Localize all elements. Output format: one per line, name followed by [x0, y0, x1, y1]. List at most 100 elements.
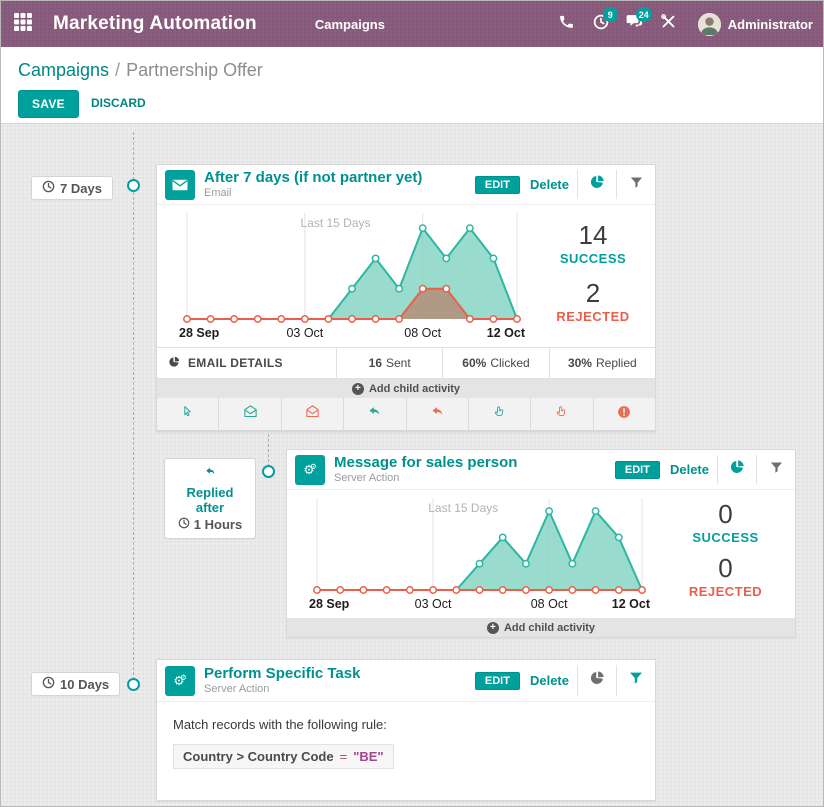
sent-stat[interactable]: 16Sent — [337, 348, 443, 378]
trigger-clicked[interactable] — [469, 398, 531, 430]
activity-node-2[interactable] — [262, 465, 275, 478]
activity-stats: 14 SUCCESS 2 REJECTED — [531, 205, 655, 347]
server-action-type-icon: ⚙⚙ — [295, 455, 325, 485]
add-child-activity-button[interactable]: + Add child activity — [157, 379, 655, 398]
messages-badge: 24 — [636, 7, 652, 22]
add-child-activity-button[interactable]: + Add child activity — [287, 618, 795, 637]
plus-icon: + — [352, 383, 364, 395]
rejected-count[interactable]: 0 — [656, 554, 795, 584]
app-title: Marketing Automation — [53, 13, 257, 35]
app-window: Marketing Automation Campaigns 9 — [0, 0, 824, 807]
trigger-pill-replied-after[interactable]: Replied after 1 Hours — [164, 458, 256, 539]
breadcrumb-campaigns-link[interactable]: Campaigns — [18, 60, 109, 80]
debug-tools-button[interactable] — [654, 1, 684, 47]
activity-title[interactable]: Perform Specific Task — [204, 666, 360, 683]
child-trigger-row — [157, 398, 655, 431]
activity-filter-section: Match records with the following rule: C… — [157, 702, 655, 784]
apps-menu-button[interactable] — [1, 1, 45, 47]
breadcrumb: Campaigns/Partnership Offer — [18, 60, 263, 81]
svg-text:28 Sep: 28 Sep — [179, 326, 220, 340]
activity-card-server-action-1: ⚙⚙ Message for sales person Server Actio… — [286, 449, 796, 638]
filter-tab[interactable] — [616, 665, 655, 696]
user-avatar — [698, 13, 721, 36]
graph-tab[interactable] — [577, 665, 616, 696]
activity-actions: EDIT Delete — [475, 176, 577, 194]
clicked-stat[interactable]: 60%Clicked — [443, 348, 549, 378]
delete-button[interactable]: Delete — [670, 462, 709, 477]
filter-tab[interactable] — [756, 455, 795, 484]
reply-arrow-icon — [204, 465, 217, 482]
activity-type-label: Email — [204, 187, 422, 199]
activity-graph-section: Last 15 Days28 Sep03 Oct08 Oct12 Oct 0 S… — [287, 490, 795, 618]
activity-actions: EDIT Delete — [475, 672, 577, 690]
delete-button[interactable]: Delete — [530, 177, 569, 192]
graph-tab[interactable] — [717, 455, 756, 484]
trigger-pill-label: 7 Days — [60, 181, 102, 196]
messages-button[interactable]: 24 — [620, 1, 650, 47]
plus-icon: + — [487, 622, 499, 634]
timeline-connector-line — [133, 132, 134, 685]
activity-card-header: ⚙⚙ Perform Specific Task Server Action E… — [157, 660, 655, 702]
svg-text:12 Oct: 12 Oct — [487, 326, 526, 340]
mouse-cursor-icon — [181, 405, 194, 423]
pie-chart-icon — [167, 355, 181, 372]
svg-text:03 Oct: 03 Oct — [286, 326, 323, 340]
svg-text:Last 15 Days: Last 15 Days — [428, 501, 498, 515]
trigger-pill-7-days[interactable]: 7 Days — [31, 176, 113, 200]
trigger-not-clicked[interactable] — [531, 398, 593, 430]
breadcrumb-current: Partnership Offer — [126, 60, 263, 80]
activities-badge: 9 — [603, 7, 618, 22]
trigger-bounced[interactable] — [594, 398, 655, 430]
trigger-pill-10-days[interactable]: 10 Days — [31, 672, 120, 696]
delete-button[interactable]: Delete — [530, 673, 569, 688]
activity-titles: After 7 days (if not partner yet) Email — [204, 170, 422, 199]
activity-area-chart: Last 15 Days 28 Sep 03 Oct 08 Oct 12 Oct — [161, 205, 531, 347]
activity-node-1[interactable] — [127, 179, 140, 192]
activity-type-label: Server Action — [334, 472, 517, 484]
domain-rule-chip[interactable]: Country > Country Code = "BE" — [173, 744, 394, 769]
activity-title[interactable]: After 7 days (if not partner yet) — [204, 170, 422, 187]
svg-text:28 Sep: 28 Sep — [309, 597, 350, 611]
replied-stat[interactable]: 30%Replied — [550, 348, 655, 378]
activities-button[interactable]: 9 — [586, 1, 616, 47]
user-menu[interactable]: Administrator — [698, 13, 813, 36]
success-count[interactable]: 0 — [656, 500, 795, 530]
activity-stats: 0 SUCCESS 0 REJECTED — [656, 490, 795, 618]
menu-campaigns[interactable]: Campaigns — [315, 17, 385, 32]
discard-button[interactable]: DISCARD — [81, 90, 156, 116]
rejected-count[interactable]: 2 — [531, 279, 655, 309]
svg-text:08 Oct: 08 Oct — [404, 326, 441, 340]
activity-title[interactable]: Message for sales person — [334, 455, 517, 472]
trigger-not-opened-mail[interactable] — [282, 398, 344, 430]
reply-arrow-icon — [367, 404, 382, 424]
svg-text:⚙: ⚙ — [310, 462, 317, 471]
edit-button[interactable]: EDIT — [475, 672, 520, 690]
filter-tab[interactable] — [616, 170, 655, 199]
save-button[interactable]: SAVE — [18, 90, 79, 118]
edit-button[interactable]: EDIT — [615, 461, 660, 479]
filter-icon — [769, 460, 784, 480]
workflow-canvas: 7 Days After 7 days (if not partner yet)… — [1, 124, 824, 807]
view-tabs — [577, 170, 655, 199]
pie-chart-icon — [588, 669, 606, 692]
trigger-opened-cursor[interactable] — [157, 398, 219, 430]
clock-icon — [42, 180, 55, 196]
rejected-label: REJECTED — [531, 309, 655, 324]
trigger-replied[interactable] — [344, 398, 406, 430]
user-name: Administrator — [728, 17, 813, 32]
rejected-label: REJECTED — [656, 584, 795, 599]
phone-icon — [558, 13, 575, 35]
success-count[interactable]: 14 — [531, 221, 655, 251]
phone-button[interactable] — [552, 1, 582, 47]
activity-card-header: After 7 days (if not partner yet) Email … — [157, 165, 655, 205]
trigger-opened-mail[interactable] — [219, 398, 281, 430]
svg-text:Last 15 Days: Last 15 Days — [300, 216, 370, 230]
envelope-open-icon — [305, 404, 320, 424]
edit-button[interactable]: EDIT — [475, 176, 520, 194]
apps-grid-icon — [13, 12, 33, 37]
email-details-row: EMAIL DETAILS 16Sent 60%Clicked 30%Repli… — [157, 347, 655, 379]
graph-tab[interactable] — [577, 170, 616, 199]
svg-text:⚙: ⚙ — [180, 673, 187, 682]
activity-node-3[interactable] — [127, 678, 140, 691]
trigger-not-replied[interactable] — [407, 398, 469, 430]
